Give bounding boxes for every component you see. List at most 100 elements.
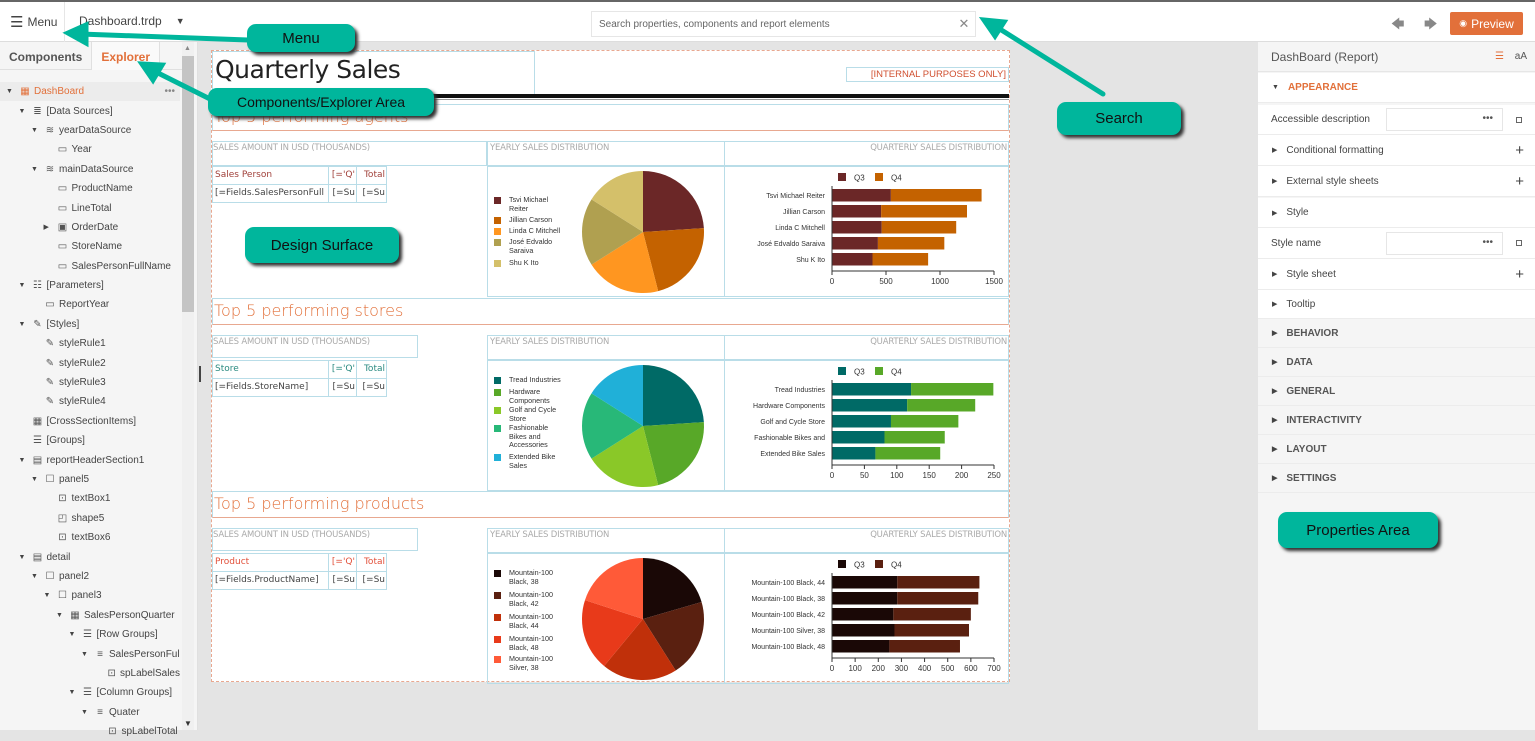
crosstab-data-cell[interactable]: [=Su [356,184,387,203]
search-input[interactable] [599,18,953,30]
tab-explorer[interactable]: Explorer [91,42,161,70]
ellipsis-button[interactable]: ••• [1482,113,1493,124]
collapse-toggle-icon[interactable]: ▼ [31,573,39,580]
collapse-toggle-icon[interactable]: ▼ [69,631,77,638]
tree-node[interactable]: ⊡ spLabelTotal [0,722,180,741]
tree-node[interactable]: ▼ ≋ mainDataSource [0,160,180,179]
property-row[interactable]: ▶ External style sheets + [1258,166,1535,197]
explorer-scrollbar[interactable]: ▲ ▼ [182,42,194,730]
tree-node[interactable]: ▦ [CrossSectionItems] [0,412,180,431]
tree-node[interactable]: ▭ SalesPersonFullName [0,257,180,276]
tree-node[interactable]: ▼ ☐ panel5 [0,470,180,489]
tree-node[interactable]: ▼ ☐ panel2 [0,567,180,586]
collapse-toggle-icon[interactable]: ▼ [81,709,89,716]
crosstab-data-cell[interactable]: [=Su [328,571,357,590]
section-title[interactable]: Top 5 performing stores [214,301,403,320]
tree-node[interactable]: ▶ ▣ OrderDate [0,218,180,237]
column-header-quarterly[interactable]: QUARTERLY SALES DISTRIBUTION [870,530,1007,540]
tree-node[interactable]: ◰ shape5 [0,509,180,528]
tree-node[interactable]: ▭ ReportYear [0,295,180,314]
bar-chart-area[interactable] [724,553,1009,684]
crosstab-header-cell[interactable]: Total [356,360,387,379]
property-row[interactable]: ▼ APPEARANCE [1258,73,1535,103]
tree-node[interactable]: ▼ ≣ [Data Sources] [0,101,180,120]
tree-node[interactable]: ✎ styleRule4 [0,392,180,411]
tree-node[interactable]: ▼ ☷ [Parameters] [0,276,180,295]
tree-node[interactable]: ✎ styleRule1 [0,334,180,353]
crosstab-header-cell[interactable]: [='Q' [328,360,357,379]
collapse-toggle-icon[interactable]: ▼ [56,612,64,619]
crosstab-header-cell[interactable]: Sales Person [212,166,329,185]
column-header-sales[interactable]: SALES AMOUNT IN USD (THOUSANDS) [213,337,370,347]
collapse-toggle-icon[interactable]: ▼ [19,457,27,464]
alphabetical-icon[interactable]: aA [1515,51,1527,62]
crosstab-data-cell[interactable]: [=Fields.SalesPersonFull [212,184,329,203]
bar-chart-area[interactable] [724,166,1009,297]
scroll-up-icon[interactable]: ▲ [184,45,191,52]
ellipsis-button[interactable]: ••• [1482,237,1493,248]
tree-node[interactable]: ▭ ProductName [0,179,180,198]
reset-value-icon[interactable] [1516,116,1522,123]
column-header-sales[interactable]: SALES AMOUNT IN USD (THOUSANDS) [213,143,370,153]
crosstab-data-cell[interactable]: [=Su [356,571,387,590]
property-row[interactable]: ▶ LAYOUT [1258,435,1535,464]
tree-node[interactable]: ▼ ▤ reportHeaderSection1 [0,450,180,469]
column-header-yearly[interactable]: YEARLY SALES DISTRIBUTION [490,530,609,540]
tree-node[interactable]: ▼ ≡ Quater [0,703,180,722]
crosstab-data-cell[interactable]: [=Su [328,184,357,203]
tree-node[interactable]: ⊡ spLabelSales [0,664,180,683]
tree-node[interactable]: ✎ styleRule3 [0,373,180,392]
report-title[interactable]: Quarterly Sales [215,55,401,84]
collapse-toggle-icon[interactable]: ▼ [19,554,27,561]
internal-purposes-label[interactable]: [INTERNAL PURPOSES ONLY] [846,67,1009,82]
tree-node[interactable]: ▭ Year [0,140,180,159]
categorized-icon[interactable]: ☰ [1495,51,1504,62]
property-row[interactable]: ▶ Tooltip [1258,290,1535,319]
section-title[interactable]: Top 5 performing products [214,494,424,513]
tree-node[interactable]: ▭ LineTotal [0,198,180,217]
property-row[interactable]: ▶ GENERAL [1258,377,1535,406]
tree-node[interactable]: ▼ ▦ DashBoard ••• [0,82,180,102]
tree-node[interactable]: ▼ ☐ panel3 [0,586,180,605]
tree-node[interactable]: ▼ ▦ SalesPersonQuarter [0,606,180,625]
property-row[interactable]: ▶ Conditional formatting + [1258,135,1535,166]
collapse-toggle-icon[interactable]: ▼ [19,321,27,328]
add-icon[interactable]: + [1515,173,1524,190]
reset-value-icon[interactable] [1516,240,1522,246]
add-icon[interactable]: + [1515,266,1524,283]
property-row[interactable]: ▶ BEHAVIOR [1258,319,1535,348]
collapse-toggle-icon[interactable]: ▼ [81,651,89,658]
column-header-quarterly[interactable]: QUARTERLY SALES DISTRIBUTION [870,143,1007,153]
tab-components[interactable]: Components [0,42,91,70]
preview-button[interactable]: ◉ Preview [1450,12,1523,35]
more-options-icon[interactable]: ••• [164,86,175,97]
property-value-field[interactable]: ••• [1386,231,1503,255]
tree-node[interactable]: ▼ ≋ yearDataSource [0,121,180,140]
collapse-toggle-icon[interactable]: ▼ [6,88,14,95]
collapse-toggle-icon[interactable]: ▼ [19,108,27,115]
column-header-sales[interactable]: SALES AMOUNT IN USD (THOUSANDS) [213,530,370,540]
tree-node[interactable]: ▼ ☰ [Row Groups] [0,625,180,644]
scroll-down-icon[interactable]: ▼ [184,719,192,728]
property-row[interactable]: ▶ INTERACTIVITY [1258,406,1535,435]
tree-node[interactable]: ▼ ✎ [Styles] [0,315,180,334]
crosstab-header-cell[interactable]: [='Q' [328,166,357,185]
property-value-field[interactable]: ••• [1386,108,1503,131]
crosstab-header-cell[interactable]: Product [212,553,329,572]
column-header-yearly[interactable]: YEARLY SALES DISTRIBUTION [490,143,609,153]
collapse-toggle-icon[interactable]: ▼ [69,689,77,696]
collapse-toggle-icon[interactable]: ▼ [31,166,39,173]
property-row[interactable]: ▶ Style [1258,198,1535,228]
tree-node[interactable]: ⊡ textBox1 [0,489,180,508]
bar-chart-area[interactable] [724,360,1009,491]
crosstab-data-cell[interactable]: [=Su [328,378,357,397]
property-row[interactable]: ▶ SETTINGS [1258,464,1535,493]
collapse-toggle-icon[interactable]: ▼ [31,127,39,134]
tree-node[interactable]: ▼ ▤ detail [0,547,180,566]
tree-node[interactable]: ▼ ☰ [Column Groups] [0,683,180,702]
tree-node[interactable]: ▭ StoreName [0,237,180,256]
menu-button[interactable]: ☰ Menu [0,2,65,42]
property-row[interactable]: ▶ Style sheet + [1258,259,1535,290]
crosstab-data-cell[interactable]: [=Fields.ProductName] [212,571,329,590]
tree-node[interactable]: ⊡ textBox6 [0,528,180,547]
